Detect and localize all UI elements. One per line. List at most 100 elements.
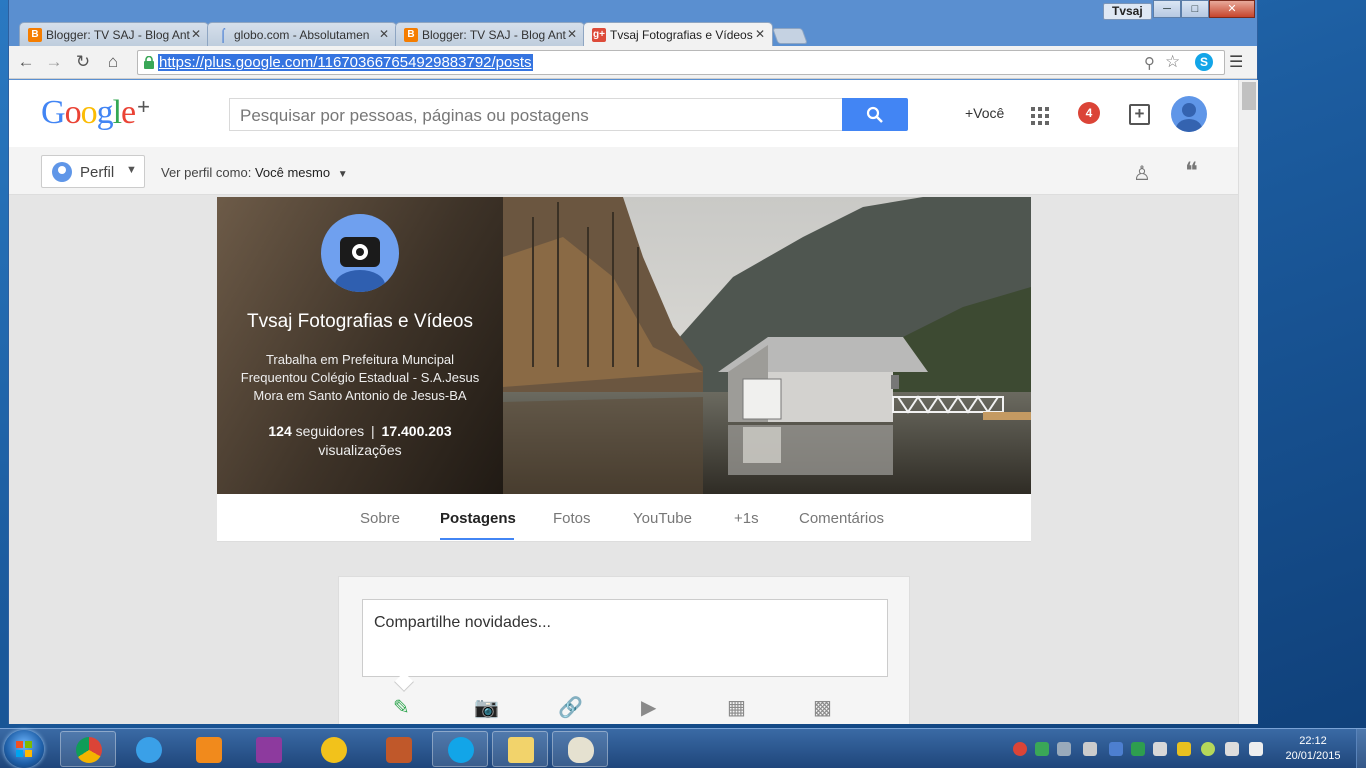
profile-education: Frequentou Colégio Estadual - S.A.Jesus <box>240 370 480 385</box>
volume-tray-icon[interactable] <box>1153 742 1167 756</box>
profile-info-panel: Tvsaj Fotografias e Vídeos Trabalha em P… <box>217 197 503 494</box>
view-as-selector[interactable]: Ver perfil como: Você mesmo ▼ <box>161 165 348 180</box>
browser-toolbar: ← → ↻ ⌂ https://plus.google.com/11670366… <box>9 46 1257 79</box>
security-tray-icon[interactable] <box>1035 742 1049 756</box>
close-tab-icon[interactable]: ✕ <box>567 27 577 41</box>
notification-tray-icon[interactable] <box>1201 742 1215 756</box>
active-tab-indicator <box>440 538 514 540</box>
taskbar-clock[interactable]: 22:12 20/01/2015 <box>1278 734 1348 764</box>
home-icon[interactable]: ⌂ <box>102 51 124 73</box>
gplus-header: Google+ Pesquisar por pessoas, páginas o… <box>9 80 1238 147</box>
views-label: visualizações <box>318 442 402 458</box>
clock-time: 22:12 <box>1299 735 1327 747</box>
sunflower-icon[interactable] <box>305 731 361 767</box>
profile-subbar: Perfil ▼ Ver perfil como: Você mesmo ▼ ♙… <box>9 147 1238 195</box>
apps-grid-icon[interactable] <box>1031 107 1049 125</box>
bookmark-star-icon[interactable]: ☆ <box>1165 52 1180 72</box>
reload-icon[interactable]: ↻ <box>72 51 94 73</box>
chevron-down-icon: ▼ <box>126 164 137 176</box>
game-icon[interactable] <box>370 731 426 767</box>
flag-tray-icon[interactable] <box>1249 742 1263 756</box>
zoom-icon[interactable]: ⚲ <box>1144 54 1155 72</box>
share-plus-icon[interactable]: + <box>1129 104 1150 125</box>
close-tab-icon[interactable]: ✕ <box>191 27 201 41</box>
signal-tray-icon[interactable] <box>1057 742 1071 756</box>
browser-tab[interactable]: ⌠ globo.com - Absolutamen ✕ <box>207 22 397 46</box>
tab-postagens[interactable]: Postagens <box>440 510 516 527</box>
shield-tray-icon[interactable] <box>1177 742 1191 756</box>
tab-title: Blogger: TV SAJ - Blog Ant <box>422 28 566 42</box>
share-input[interactable]: Compartilhe novidades... <box>362 599 888 692</box>
video-icon[interactable]: ▶ <box>641 695 656 720</box>
show-desktop-button[interactable] <box>1356 729 1366 768</box>
tab-fotos[interactable]: Fotos <box>553 510 591 527</box>
browser-tab[interactable]: B Blogger: TV SAJ - Blog Ant ✕ <box>19 22 209 46</box>
profile-tabs: Sobre Postagens Fotos YouTube +1s Coment… <box>217 494 1031 542</box>
camera-icon[interactable]: 📷 <box>474 695 499 720</box>
folder-icon[interactable] <box>492 731 548 767</box>
winrar-icon[interactable] <box>240 731 296 767</box>
cover-photo[interactable] <box>503 197 1031 494</box>
pencil-icon[interactable]: ✎ <box>393 695 410 720</box>
minimize-icon[interactable]: ─ <box>1153 0 1181 18</box>
followers-label[interactable]: seguidores <box>296 423 365 439</box>
close-tab-icon[interactable]: ✕ <box>379 27 389 41</box>
followers-count[interactable]: 124 <box>268 423 291 439</box>
notification-badge[interactable]: 4 <box>1078 102 1100 124</box>
sound-tray-icon[interactable] <box>1225 742 1239 756</box>
profile-details: Trabalha em Prefeitura Muncipal Frequent… <box>217 351 503 405</box>
chevron-down-icon: ▼ <box>337 169 348 180</box>
profile-cover: Tvsaj Fotografias e Vídeos Trabalha em P… <box>217 197 1031 494</box>
chrome-tray-icon[interactable] <box>1013 742 1027 756</box>
search-input[interactable]: Pesquisar por pessoas, páginas ou postag… <box>229 98 843 131</box>
event-icon[interactable]: ▦ <box>727 695 746 720</box>
views-count: 17.400.203 <box>381 423 452 439</box>
new-tab-button[interactable] <box>772 28 808 44</box>
search-icon <box>866 106 883 123</box>
profile-dropdown[interactable]: Perfil ▼ <box>41 155 145 188</box>
hangouts-icon[interactable]: ❝ <box>1185 157 1198 186</box>
share-placeholder: Compartilhe novidades... <box>374 614 551 631</box>
internet-explorer-icon[interactable] <box>120 731 176 767</box>
tab-sobre[interactable]: Sobre <box>360 510 400 527</box>
address-bar[interactable]: https://plus.google.com/1167036676549298… <box>137 50 1225 75</box>
tab-youtube[interactable]: YouTube <box>633 510 692 527</box>
poll-icon[interactable]: ▩ <box>813 695 832 720</box>
page-viewport: Google+ Pesquisar por pessoas, páginas o… <box>9 80 1238 724</box>
google-plus-logo[interactable]: Google+ <box>41 94 150 132</box>
media-player-icon[interactable] <box>180 731 236 767</box>
add-to-circles-icon[interactable]: ♙ <box>1133 161 1151 186</box>
url-text[interactable]: https://plus.google.com/1167036676549298… <box>158 54 533 71</box>
profile-badge[interactable]: Tvsaj <box>1103 3 1152 20</box>
network-tray-icon[interactable] <box>1131 742 1145 756</box>
bluetooth-tray-icon[interactable] <box>1109 742 1123 756</box>
profile-photo[interactable] <box>321 214 399 292</box>
close-tab-icon[interactable]: ✕ <box>755 27 765 41</box>
link-icon[interactable]: 🔗 <box>558 695 583 720</box>
blogger-icon: B <box>28 28 42 42</box>
skype-icon[interactable] <box>432 731 488 767</box>
menu-icon[interactable]: ☰ <box>1229 52 1243 72</box>
forward-icon[interactable]: → <box>43 51 65 73</box>
tab-comentarios[interactable]: Comentários <box>799 510 884 527</box>
view-as-value: Você mesmo <box>254 165 331 180</box>
search-button[interactable] <box>842 98 908 131</box>
skype-extension-icon[interactable]: S <box>1195 53 1213 71</box>
paint-icon[interactable] <box>552 731 608 767</box>
title-bar[interactable]: Tvsaj ─ □ ✕ <box>9 0 1257 22</box>
scrollbar-thumb[interactable] <box>1242 82 1256 110</box>
back-icon[interactable]: ← <box>15 51 37 73</box>
close-icon[interactable]: ✕ <box>1209 0 1255 18</box>
plus-you-link[interactable]: +Você <box>965 105 1004 121</box>
blogger-icon: B <box>404 28 418 42</box>
chrome-icon[interactable] <box>60 731 116 767</box>
browser-tab-active[interactable]: g+ Tvsaj Fotografias e Vídeos ✕ <box>583 22 773 46</box>
maximize-icon[interactable]: □ <box>1181 0 1209 18</box>
usb-tray-icon[interactable] <box>1083 742 1097 756</box>
tab-plus-ones[interactable]: +1s <box>734 510 759 527</box>
avatar[interactable] <box>1171 96 1207 132</box>
start-button[interactable] <box>4 730 44 768</box>
clock-date: 20/01/2015 <box>1285 750 1341 762</box>
vertical-scrollbar[interactable] <box>1238 80 1258 724</box>
browser-tab[interactable]: B Blogger: TV SAJ - Blog Ant ✕ <box>395 22 585 46</box>
